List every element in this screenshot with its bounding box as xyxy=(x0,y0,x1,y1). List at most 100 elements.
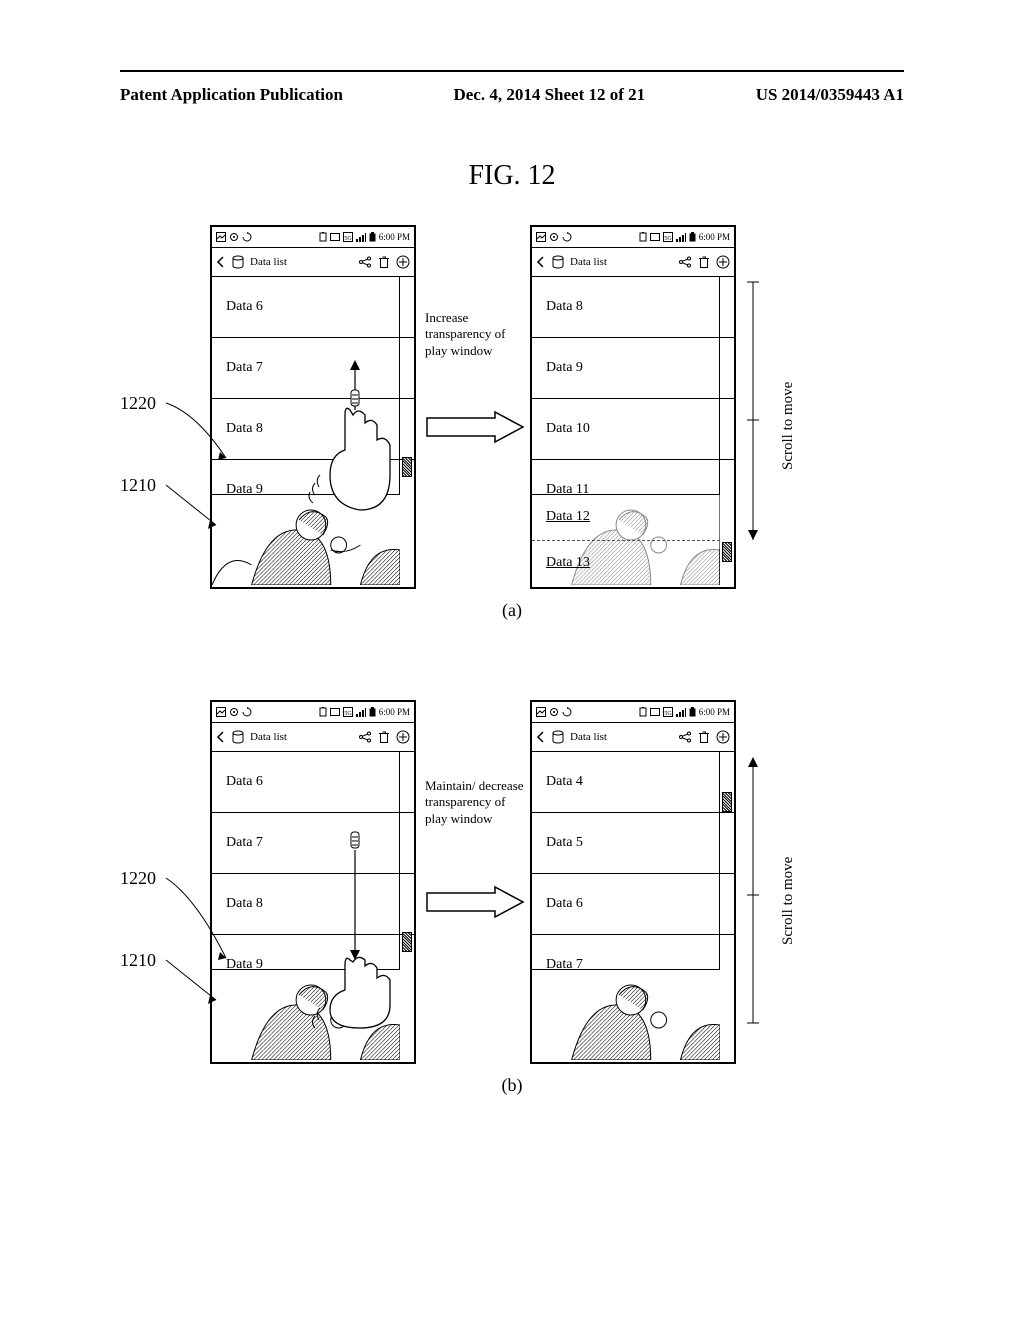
network-icon: 5G xyxy=(663,232,673,242)
video-artwork xyxy=(212,970,400,1060)
ref-1210: 1210 xyxy=(120,475,156,496)
annotation-increase-transparency: Increase transparency of play window xyxy=(425,310,525,359)
status-bar: 5G 6:00 PM xyxy=(532,702,734,723)
play-window-transparent[interactable]: Data 12 Data 13 xyxy=(532,494,720,585)
battery-icon xyxy=(639,707,647,717)
list-item-label: Data 6 xyxy=(226,774,263,790)
leader-1210 xyxy=(166,485,226,535)
appbar-title: Data list xyxy=(570,256,672,268)
network-icon: 5G xyxy=(663,707,673,717)
list-item[interactable]: Data 6 xyxy=(212,752,414,813)
svg-text:5G: 5G xyxy=(664,236,672,242)
transition-arrow xyxy=(425,885,525,919)
play-window[interactable] xyxy=(212,494,400,585)
video-artwork xyxy=(212,495,400,585)
list-item[interactable]: Data 8 xyxy=(532,277,734,338)
svg-text:5G: 5G xyxy=(664,711,672,717)
header-left: Patent Application Publication xyxy=(120,85,343,105)
scrollbar-track[interactable] xyxy=(719,277,734,585)
list-item-label: Data 7 xyxy=(226,835,263,851)
back-icon[interactable] xyxy=(536,731,546,743)
sim-icon xyxy=(330,233,340,241)
scroll-label: Scroll to move xyxy=(780,857,797,945)
header-rule xyxy=(120,70,904,72)
gear-icon xyxy=(549,707,559,717)
signal-icon xyxy=(356,232,366,242)
trash-icon[interactable] xyxy=(698,255,710,269)
list-item[interactable]: Data 10 xyxy=(532,399,734,460)
trash-icon[interactable] xyxy=(698,730,710,744)
status-time: 6:00 PM xyxy=(699,232,730,242)
overlay-item[interactable]: Data 13 xyxy=(532,541,720,586)
list-item[interactable]: Data 7 xyxy=(212,813,414,874)
signal-icon xyxy=(676,707,686,717)
page-header: Patent Application Publication Dec. 4, 2… xyxy=(120,85,904,105)
battery-icon xyxy=(319,707,327,717)
scroll-label: Scroll to move xyxy=(780,382,797,470)
svg-text:5G: 5G xyxy=(344,236,352,242)
share-icon[interactable] xyxy=(678,731,692,743)
play-window[interactable] xyxy=(212,969,400,1060)
scrollbar-thumb[interactable] xyxy=(402,457,412,477)
status-time: 6:00 PM xyxy=(379,232,410,242)
overlay-item[interactable]: Data 12 xyxy=(532,495,720,541)
overlay-item-label: Data 13 xyxy=(546,555,590,571)
scrollbar-track[interactable] xyxy=(399,277,414,585)
network-icon: 5G xyxy=(343,707,353,717)
list-item[interactable]: Data 6 xyxy=(212,277,414,338)
list-area[interactable]: Data 8 Data 9 Data 10 Data 11 xyxy=(532,277,734,585)
figure-group-a: 5G 6:00 PM Data list Data 6 Data 7 Data … xyxy=(120,225,904,655)
list-item-label: Data 7 xyxy=(226,360,263,376)
list-item[interactable]: Data 7 xyxy=(212,338,414,399)
add-icon[interactable] xyxy=(396,255,410,269)
share-icon[interactable] xyxy=(678,256,692,268)
list-area[interactable]: Data 6 Data 7 Data 8 Data 9 xyxy=(212,752,414,1060)
scrollbar-thumb[interactable] xyxy=(722,792,732,812)
status-time: 6:00 PM xyxy=(379,707,410,717)
list-item[interactable]: Data 8 xyxy=(212,399,414,460)
add-icon[interactable] xyxy=(716,255,730,269)
list-item[interactable]: Data 4 xyxy=(532,752,734,813)
share-icon[interactable] xyxy=(358,731,372,743)
scrollbar-track[interactable] xyxy=(399,752,414,1060)
list-area[interactable]: Data 6 Data 7 Data 8 Data 9 xyxy=(212,277,414,585)
list-item-label: Data 10 xyxy=(546,421,590,437)
list-item[interactable]: Data 8 xyxy=(212,874,414,935)
db-icon[interactable] xyxy=(232,255,244,269)
batt2-icon xyxy=(689,232,696,242)
app-icon xyxy=(536,707,546,717)
db-icon[interactable] xyxy=(232,730,244,744)
subfigure-label-b: (b) xyxy=(120,1075,904,1096)
scrollbar-thumb[interactable] xyxy=(722,542,732,562)
app-bar: Data list xyxy=(212,248,414,277)
list-item[interactable]: Data 9 xyxy=(532,338,734,399)
share-icon[interactable] xyxy=(358,256,372,268)
scrollbar-track[interactable] xyxy=(719,752,734,1060)
list-area[interactable]: Data 4 Data 5 Data 6 Data 7 xyxy=(532,752,734,1060)
sync-icon xyxy=(562,707,572,717)
trash-icon[interactable] xyxy=(378,730,390,744)
sync-icon xyxy=(562,232,572,242)
phone-b-left: 5G 6:00 PM Data list Data 6 Data 7 Data … xyxy=(210,700,416,1064)
list-item[interactable]: Data 6 xyxy=(532,874,734,935)
list-item[interactable]: Data 5 xyxy=(532,813,734,874)
back-icon[interactable] xyxy=(216,256,226,268)
db-icon[interactable] xyxy=(552,255,564,269)
battery-icon xyxy=(639,232,647,242)
list-item-label: Data 5 xyxy=(546,835,583,851)
db-icon[interactable] xyxy=(552,730,564,744)
play-window[interactable] xyxy=(532,969,720,1060)
header-center: Dec. 4, 2014 Sheet 12 of 21 xyxy=(343,85,756,105)
overlay-items: Data 12 Data 13 xyxy=(532,495,720,585)
trash-icon[interactable] xyxy=(378,255,390,269)
list-item-label: Data 8 xyxy=(546,299,583,315)
add-icon[interactable] xyxy=(716,730,730,744)
list-item-label: Data 6 xyxy=(226,299,263,315)
leader-1210 xyxy=(166,960,226,1010)
add-icon[interactable] xyxy=(396,730,410,744)
scrollbar-thumb[interactable] xyxy=(402,932,412,952)
back-icon[interactable] xyxy=(536,256,546,268)
network-icon: 5G xyxy=(343,232,353,242)
back-icon[interactable] xyxy=(216,731,226,743)
phone-a-right: 5G 6:00 PM Data list Data 8 Data 9 Data … xyxy=(530,225,736,589)
